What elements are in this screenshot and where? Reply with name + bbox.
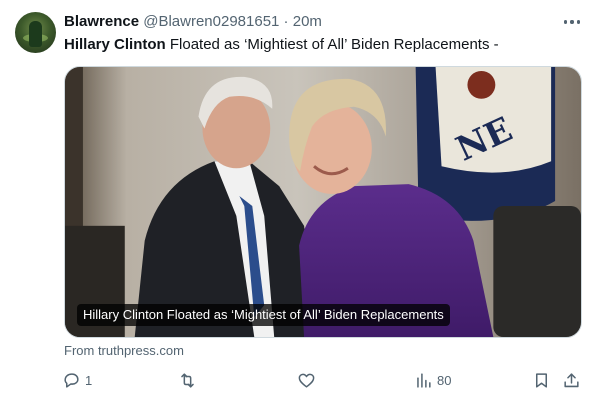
tweet-text-rest: Floated as ‘Mightiest of All’ Biden Repl… [165,36,499,53]
more-horizontal-icon [563,20,568,24]
tweet-text-bold: Hillary Clinton [64,36,166,53]
views-count: 80 [437,372,452,388]
avatar[interactable] [15,12,56,53]
share-icon [564,372,579,387]
repost-icon [181,372,194,388]
meta-separator: · [279,13,293,30]
more-options-button[interactable] [559,13,585,31]
bookmark-icon [535,372,548,388]
tweet-timestamp[interactable]: 20m [293,13,322,30]
bookmark-button[interactable] [532,368,551,392]
reply-count: 1 [85,372,93,388]
tweet-actions: 1 80 [0,368,598,392]
tweet-text: Hillary Clinton Floated as ‘Mightiest of… [64,36,584,54]
reply-icon [64,372,79,388]
card-source[interactable]: From truthpress.com [64,343,184,359]
repost-button[interactable] [178,368,197,392]
views-bar-chart-icon [417,372,431,388]
like-button[interactable] [297,368,316,392]
heart-icon [298,373,315,388]
user-handle[interactable]: @Blawren02981651 [143,13,279,30]
tweet[interactable]: Blawrence @Blawren02981651 · 20m Hillary… [0,0,598,402]
card-caption: Hillary Clinton Floated as ‘Mightiest of… [77,304,450,326]
reply-button[interactable]: 1 [62,368,92,392]
card-image: NE [65,67,581,337]
link-card[interactable]: NE Hillary Clinton Floated as ‘Mightiest… [64,66,582,338]
display-name[interactable]: Blawrence [64,13,139,30]
share-button[interactable] [562,368,581,392]
views-button[interactable]: 80 [414,368,451,392]
tweet-header: Blawrence @Blawren02981651 · 20m [64,13,322,31]
avatar-figure [29,21,42,47]
